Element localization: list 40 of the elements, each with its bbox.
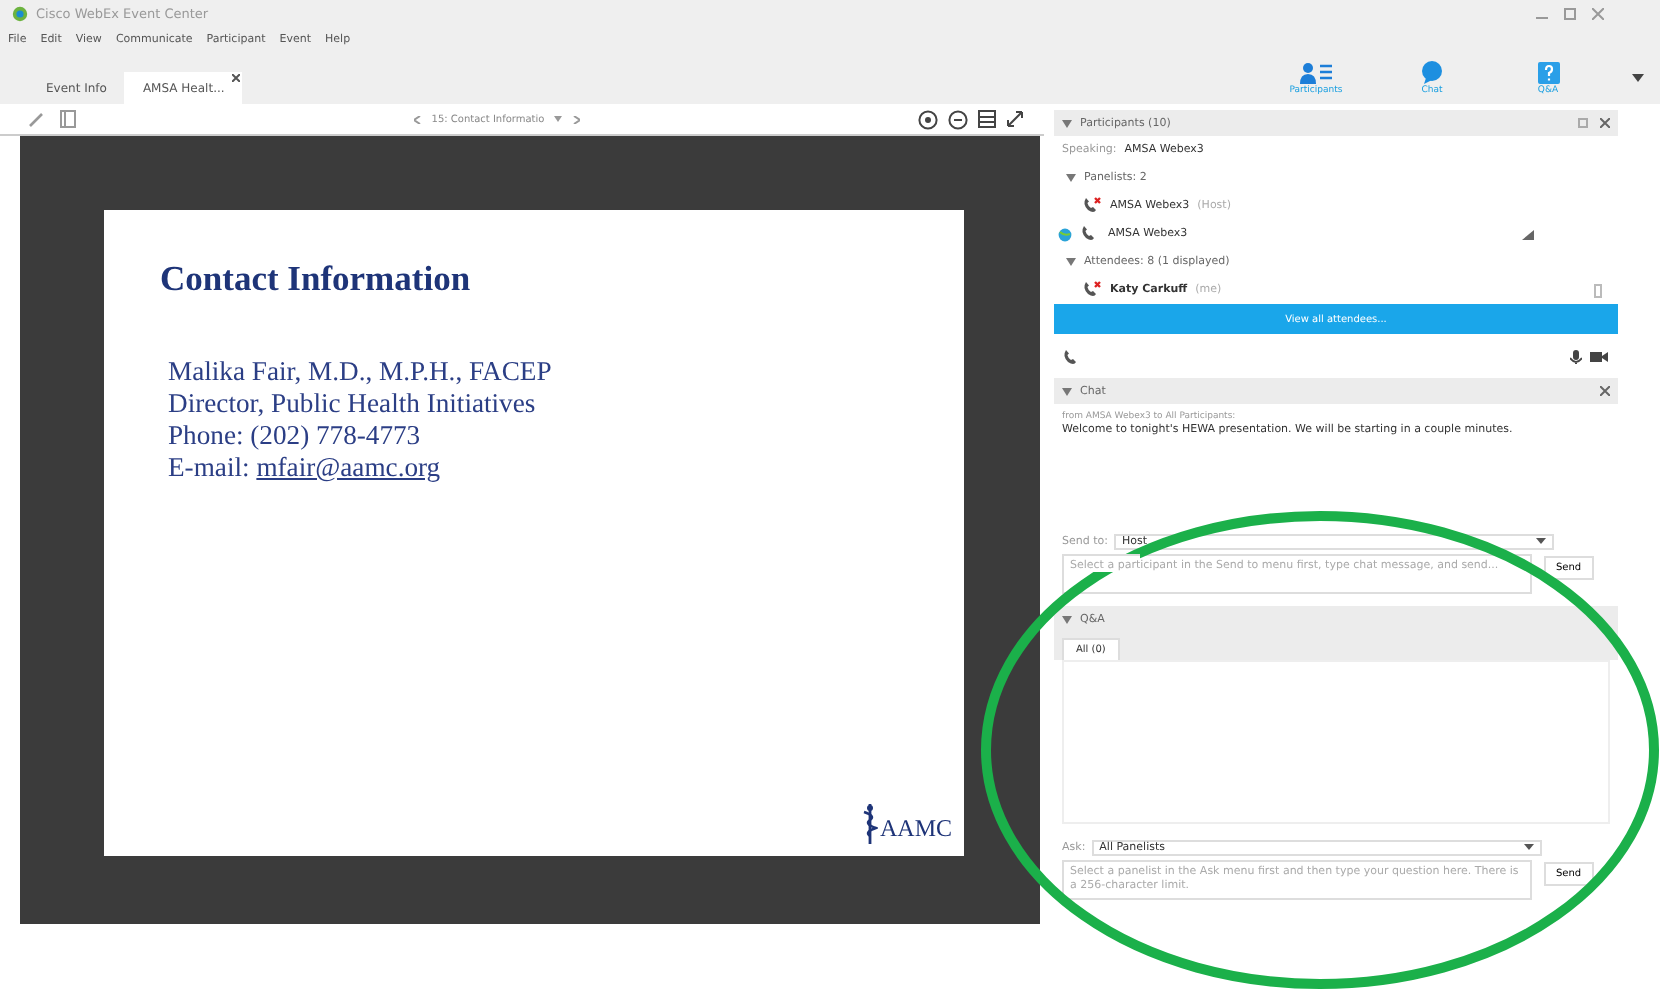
collapse-icon[interactable] — [1066, 174, 1076, 182]
microphone-icon[interactable] — [1570, 349, 1582, 363]
collapse-icon[interactable] — [1062, 615, 1072, 623]
collapse-icon[interactable] — [1066, 258, 1076, 266]
slide-text: Malika Fair, M.D., M.P.H., FACEP — [168, 356, 554, 388]
question-icon — [1537, 61, 1559, 83]
logo-text: AAMC — [879, 814, 952, 844]
previous-icon[interactable] — [413, 115, 422, 123]
presenter-ball-icon[interactable] — [1058, 227, 1072, 241]
dropdown-icon[interactable] — [1535, 538, 1546, 544]
page-icon[interactable] — [60, 110, 76, 128]
expand-icon[interactable] — [1005, 110, 1024, 128]
collapse-icon[interactable] — [1062, 119, 1072, 127]
app-logo-icon — [12, 6, 28, 22]
close-icon[interactable] — [1600, 386, 1610, 396]
email-link[interactable]: mfair@aamc.org — [256, 452, 441, 482]
close-icon[interactable] — [1600, 118, 1610, 128]
pen-icon[interactable] — [28, 111, 44, 127]
zoom-in-icon[interactable] — [917, 109, 938, 129]
video-icon[interactable] — [1590, 349, 1610, 361]
people-list-icon — [1299, 61, 1333, 83]
phone-icon — [1082, 195, 1102, 213]
slide-text: Director, Public Health Initiatives — [168, 388, 538, 420]
phone-icon — [1082, 279, 1102, 297]
slide-text: Phone: (202) 778-4773 — [168, 420, 423, 452]
collapse-icon[interactable] — [1062, 387, 1072, 395]
dropdown-icon[interactable] — [1632, 74, 1644, 82]
layout-icon[interactable] — [977, 110, 996, 128]
maximize-icon[interactable] — [1564, 8, 1576, 20]
next-icon[interactable] — [572, 115, 581, 123]
zoom-out-icon[interactable] — [947, 109, 968, 129]
chat-bubble-icon — [1420, 60, 1444, 84]
slide-title: Contact Information — [160, 258, 473, 300]
dropdown-icon[interactable] — [1523, 844, 1534, 850]
signal-icon — [1522, 229, 1534, 239]
phone-icon — [1062, 347, 1082, 365]
phone-icon — [1080, 223, 1100, 241]
close-icon[interactable] — [232, 74, 241, 82]
slide-text: E-mail: — [168, 452, 250, 482]
staff-logo-icon — [861, 804, 878, 844]
